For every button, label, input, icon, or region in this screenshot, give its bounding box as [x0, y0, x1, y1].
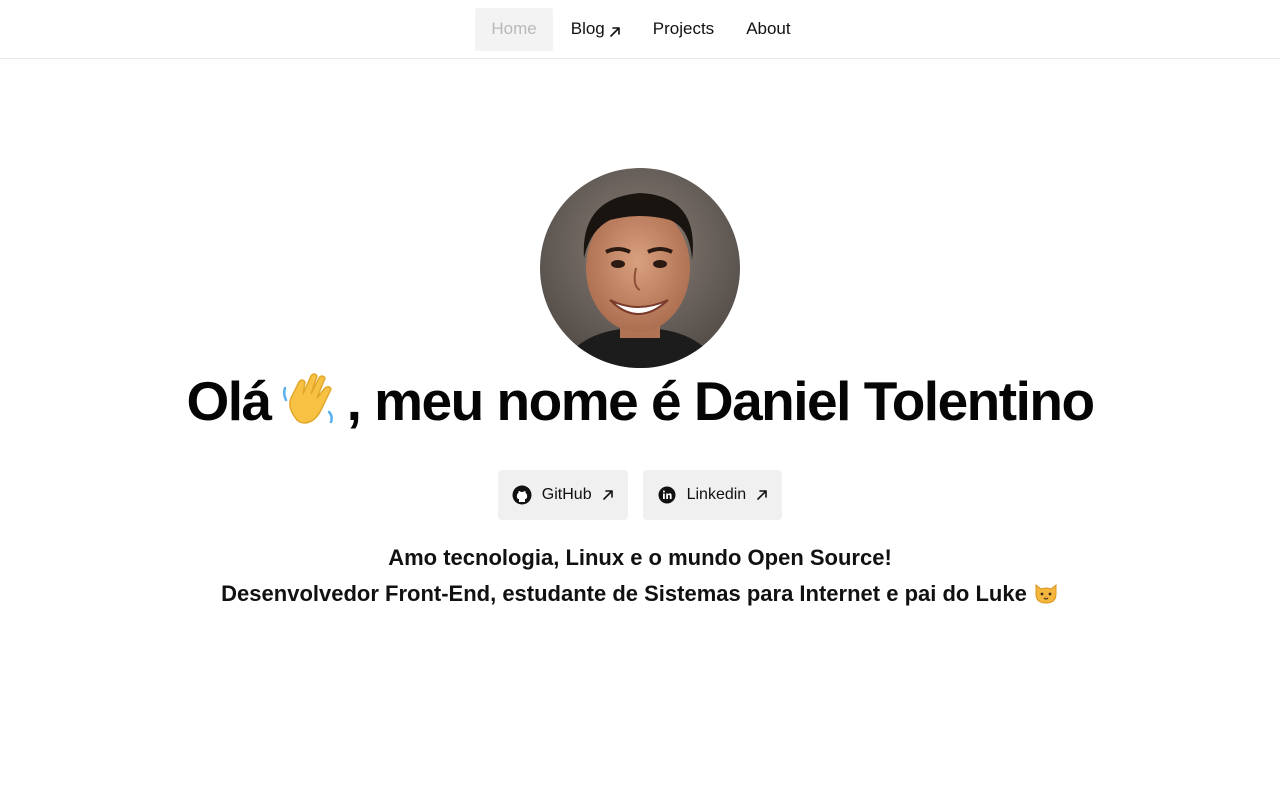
bio-line-2-text: Desenvolvedor Front-End, estudante de Si…	[221, 581, 1027, 606]
avatar	[540, 168, 740, 368]
waving-hand-icon	[279, 368, 339, 428]
github-label: GitHub	[541, 486, 592, 503]
top-navigation: Home Blog Projects About	[0, 0, 1280, 59]
external-link-arrow-icon	[602, 489, 614, 501]
bio-text: Amo tecnologia, Linux e o mundo Open Sou…	[0, 540, 1280, 612]
external-link-arrow-icon	[756, 489, 768, 501]
nav-blog-link[interactable]: Blog	[557, 8, 635, 51]
cat-face-icon	[1033, 580, 1059, 606]
linkedin-icon	[657, 485, 677, 505]
page-title: Olá , meu nome é Daniel Tolentino	[0, 366, 1280, 436]
headline-name: , meu nome é Daniel Tolentino	[346, 370, 1095, 432]
linkedin-button[interactable]: Linkedin	[642, 470, 783, 520]
github-button[interactable]: GitHub	[497, 470, 628, 520]
nav-projects-link[interactable]: Projects	[639, 8, 728, 51]
nav-projects-label: Projects	[652, 19, 715, 38]
nav-about-link[interactable]: About	[732, 8, 804, 51]
bio-line-2: Desenvolvedor Front-End, estudante de Si…	[0, 576, 1280, 612]
external-link-arrow-icon	[609, 23, 621, 37]
nav-blog-label: Blog	[570, 19, 605, 38]
nav-home-label: Home	[491, 19, 537, 38]
nav-home-link[interactable]: Home	[475, 7, 553, 51]
headline-greeting: Olá	[186, 370, 272, 432]
bio-line-1: Amo tecnologia, Linux e o mundo Open Sou…	[388, 545, 892, 570]
github-icon	[512, 485, 532, 505]
nav-about-label: About	[746, 19, 791, 38]
social-links: GitHub Linkedin	[0, 470, 1280, 520]
linkedin-label: Linkedin	[686, 486, 747, 503]
